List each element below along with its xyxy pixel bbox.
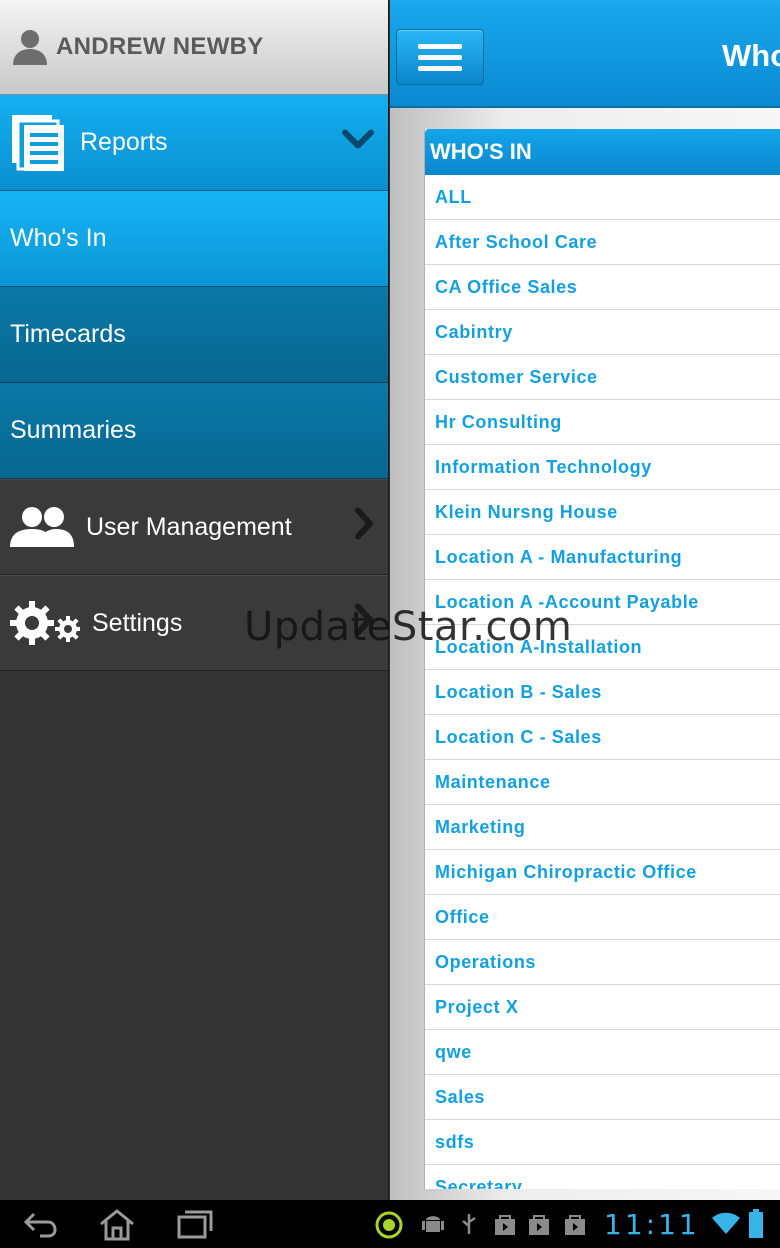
navigation-drawer: ANDREW NEWBY Reports Who's In Timecards … xyxy=(0,0,389,1200)
chevron-right-icon xyxy=(354,603,374,643)
list-item[interactable]: After School Care xyxy=(425,220,780,265)
list-item[interactable]: Location A - Manufacturing xyxy=(425,535,780,580)
menu-item-settings[interactable]: Settings xyxy=(0,575,388,671)
department-list: ALL After School Care CA Office Sales Cabin… xyxy=(425,175,780,1189)
store-bag-icon xyxy=(529,1215,549,1235)
list-item[interactable]: Operations xyxy=(425,940,780,985)
list-item[interactable]: Hr Consulting xyxy=(425,400,780,445)
hamburger-line xyxy=(418,54,462,60)
list-item[interactable]: Location B - Sales xyxy=(425,670,780,715)
back-icon[interactable] xyxy=(22,1208,58,1240)
main-panel: Who WHO'S IN ALL After School Care CA Offi… xyxy=(390,0,780,1200)
list-item[interactable]: Location A-Installation xyxy=(425,625,780,670)
card-header: WHO'S IN xyxy=(425,129,780,175)
list-item[interactable]: Sales xyxy=(425,1075,780,1120)
users-icon xyxy=(10,505,74,549)
recent-apps-icon[interactable] xyxy=(176,1208,214,1240)
list-item[interactable]: Klein Nursng House xyxy=(425,490,780,535)
wifi-icon xyxy=(712,1212,740,1234)
hamburger-line xyxy=(418,43,462,49)
menu-item-user-management-label: User Management xyxy=(86,512,292,541)
top-action-bar: Who xyxy=(390,0,780,108)
list-item[interactable]: qwe xyxy=(425,1030,780,1075)
android-debug-icon xyxy=(422,1216,444,1232)
list-item[interactable]: Maintenance xyxy=(425,760,780,805)
chevron-down-icon xyxy=(342,128,374,157)
hamburger-menu-button[interactable] xyxy=(396,29,484,85)
menu-item-reports-label: Reports xyxy=(80,128,168,156)
list-item[interactable]: sdfs xyxy=(425,1120,780,1165)
usb-icon xyxy=(462,1214,476,1234)
user-name: ANDREW NEWBY xyxy=(56,33,264,60)
menu-item-timecards[interactable]: Timecards xyxy=(0,287,388,383)
menu-item-timecards-label: Timecards xyxy=(10,320,126,348)
list-item[interactable]: Project X xyxy=(425,985,780,1030)
gears-icon xyxy=(10,599,80,647)
reports-icon xyxy=(10,113,68,173)
drawer-user-header: ANDREW NEWBY xyxy=(0,0,388,95)
whos-in-card: WHO'S IN ALL After School Care CA Office S… xyxy=(424,129,780,1189)
menu-item-whos-in-label: Who's In xyxy=(10,224,107,252)
user-icon xyxy=(13,30,47,65)
menu-item-reports[interactable]: Reports xyxy=(0,95,388,191)
store-bag-icon xyxy=(565,1215,585,1235)
target-icon xyxy=(375,1211,403,1239)
hamburger-line xyxy=(418,65,462,71)
battery-icon xyxy=(749,1209,763,1238)
store-bag-icon xyxy=(495,1215,515,1235)
list-item[interactable]: ALL xyxy=(425,175,780,220)
page-title: Who xyxy=(722,38,780,73)
menu-item-summaries-label: Summaries xyxy=(10,416,137,444)
menu-item-settings-label: Settings xyxy=(92,608,183,637)
list-item[interactable]: Location C - Sales xyxy=(425,715,780,760)
list-item[interactable]: Customer Service xyxy=(425,355,780,400)
list-item[interactable]: Information Technology xyxy=(425,445,780,490)
menu-item-whos-in[interactable]: Who's In xyxy=(0,191,388,287)
list-item[interactable]: Cabintry xyxy=(425,310,780,355)
menu-item-user-management[interactable]: User Management xyxy=(0,479,388,575)
menu-item-summaries[interactable]: Summaries xyxy=(0,383,388,479)
home-icon[interactable] xyxy=(98,1208,136,1242)
status-clock: 11:11 xyxy=(604,1208,700,1241)
chevron-right-icon xyxy=(354,507,374,547)
list-item[interactable]: Michigan Chiropractic Office xyxy=(425,850,780,895)
list-item[interactable]: Office xyxy=(425,895,780,940)
list-item[interactable]: CA Office Sales xyxy=(425,265,780,310)
list-item[interactable]: Location A -Account Payable xyxy=(425,580,780,625)
list-item[interactable]: Marketing xyxy=(425,805,780,850)
system-navigation-bar: 11:11 xyxy=(0,1200,780,1248)
list-item[interactable]: Secretary xyxy=(425,1165,780,1190)
